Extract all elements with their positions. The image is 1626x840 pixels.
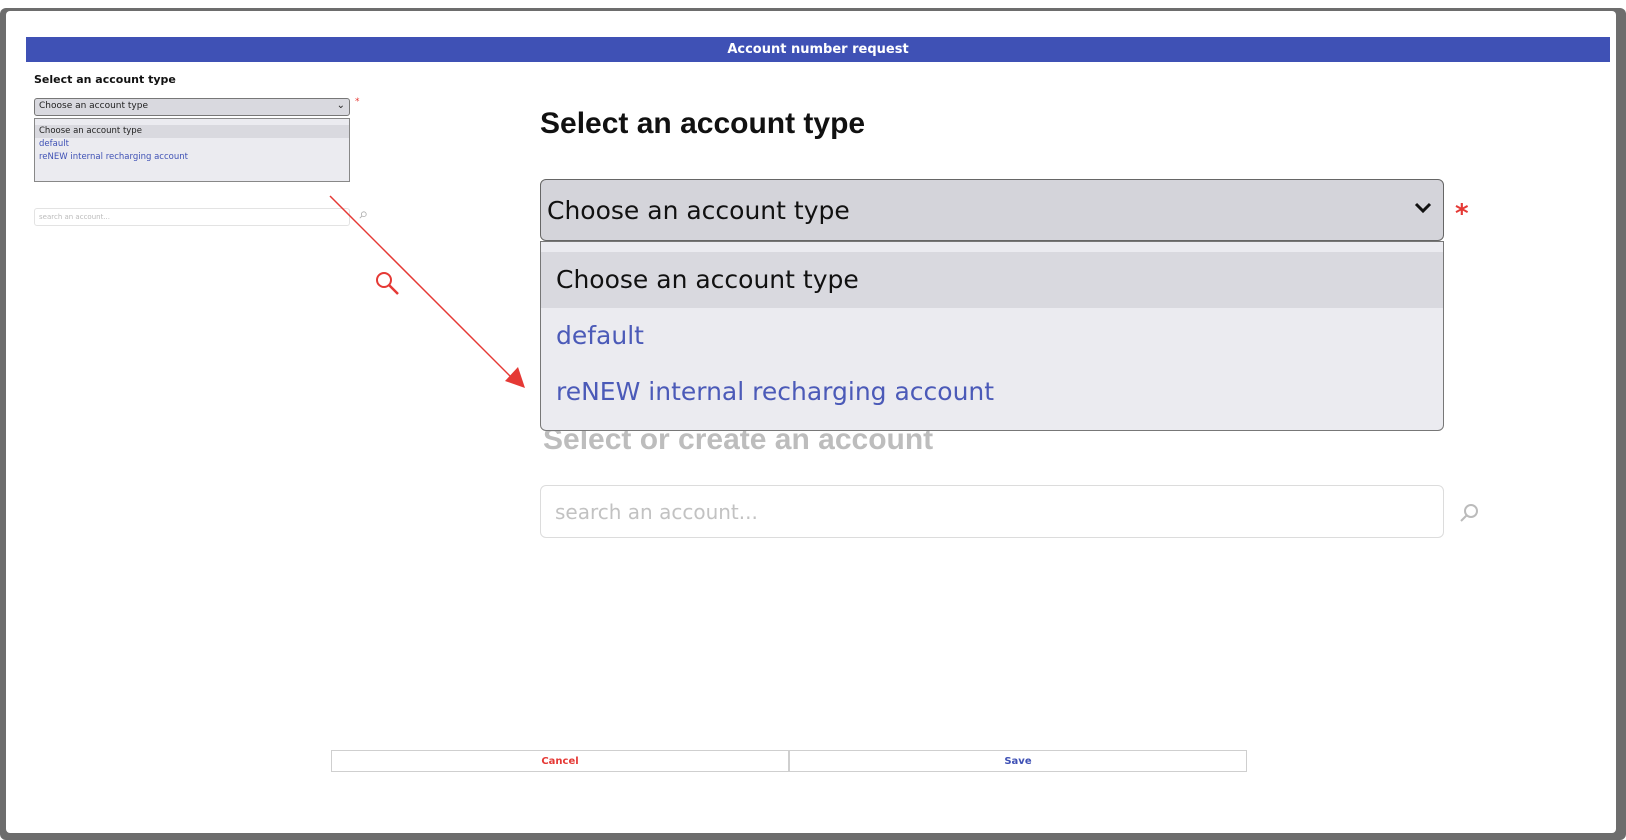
zoom-option-renew-internal[interactable]: reNEW internal recharging account: [541, 364, 1443, 420]
account-type-select[interactable]: Choose an account type ⌄: [34, 98, 350, 116]
chevron-down-icon: ⌄: [336, 100, 345, 111]
account-search-input[interactable]: search an account...: [34, 208, 350, 226]
required-marker: *: [355, 97, 360, 107]
screenshot-frame: Account number request Select an account…: [0, 8, 1626, 840]
dialog-window: Account number request Select an account…: [6, 11, 1616, 833]
option-choose[interactable]: Choose an account type: [35, 125, 349, 138]
save-button[interactable]: Save: [789, 750, 1247, 772]
zoom-select-value: Choose an account type: [547, 196, 850, 225]
zoom-account-type-label: Select an account type: [540, 107, 866, 140]
dialog-title: Account number request: [26, 37, 1610, 62]
zoom-option-default[interactable]: default: [541, 308, 1443, 364]
zoom-magnifier-icon: [376, 272, 399, 295]
account-type-dropdown: Choose an account type default reNEW int…: [34, 118, 350, 182]
search-icon[interactable]: [359, 211, 367, 219]
zoom-account-search-input[interactable]: search an account...: [540, 485, 1444, 538]
option-default[interactable]: default: [35, 138, 349, 151]
zoom-option-choose[interactable]: Choose an account type: [541, 252, 1443, 308]
zoom-account-type-select[interactable]: Choose an account type: [540, 179, 1444, 241]
account-type-label: Select an account type: [34, 73, 176, 86]
zoom-account-type-dropdown: Choose an account type default reNEW int…: [540, 241, 1444, 431]
search-icon[interactable]: [1458, 502, 1480, 524]
option-renew-internal[interactable]: reNEW internal recharging account: [35, 151, 349, 164]
zoom-required-marker: *: [1455, 199, 1469, 229]
chevron-down-icon: [1414, 202, 1432, 214]
cancel-button[interactable]: Cancel: [331, 750, 789, 772]
account-type-select-value: Choose an account type: [39, 101, 148, 111]
